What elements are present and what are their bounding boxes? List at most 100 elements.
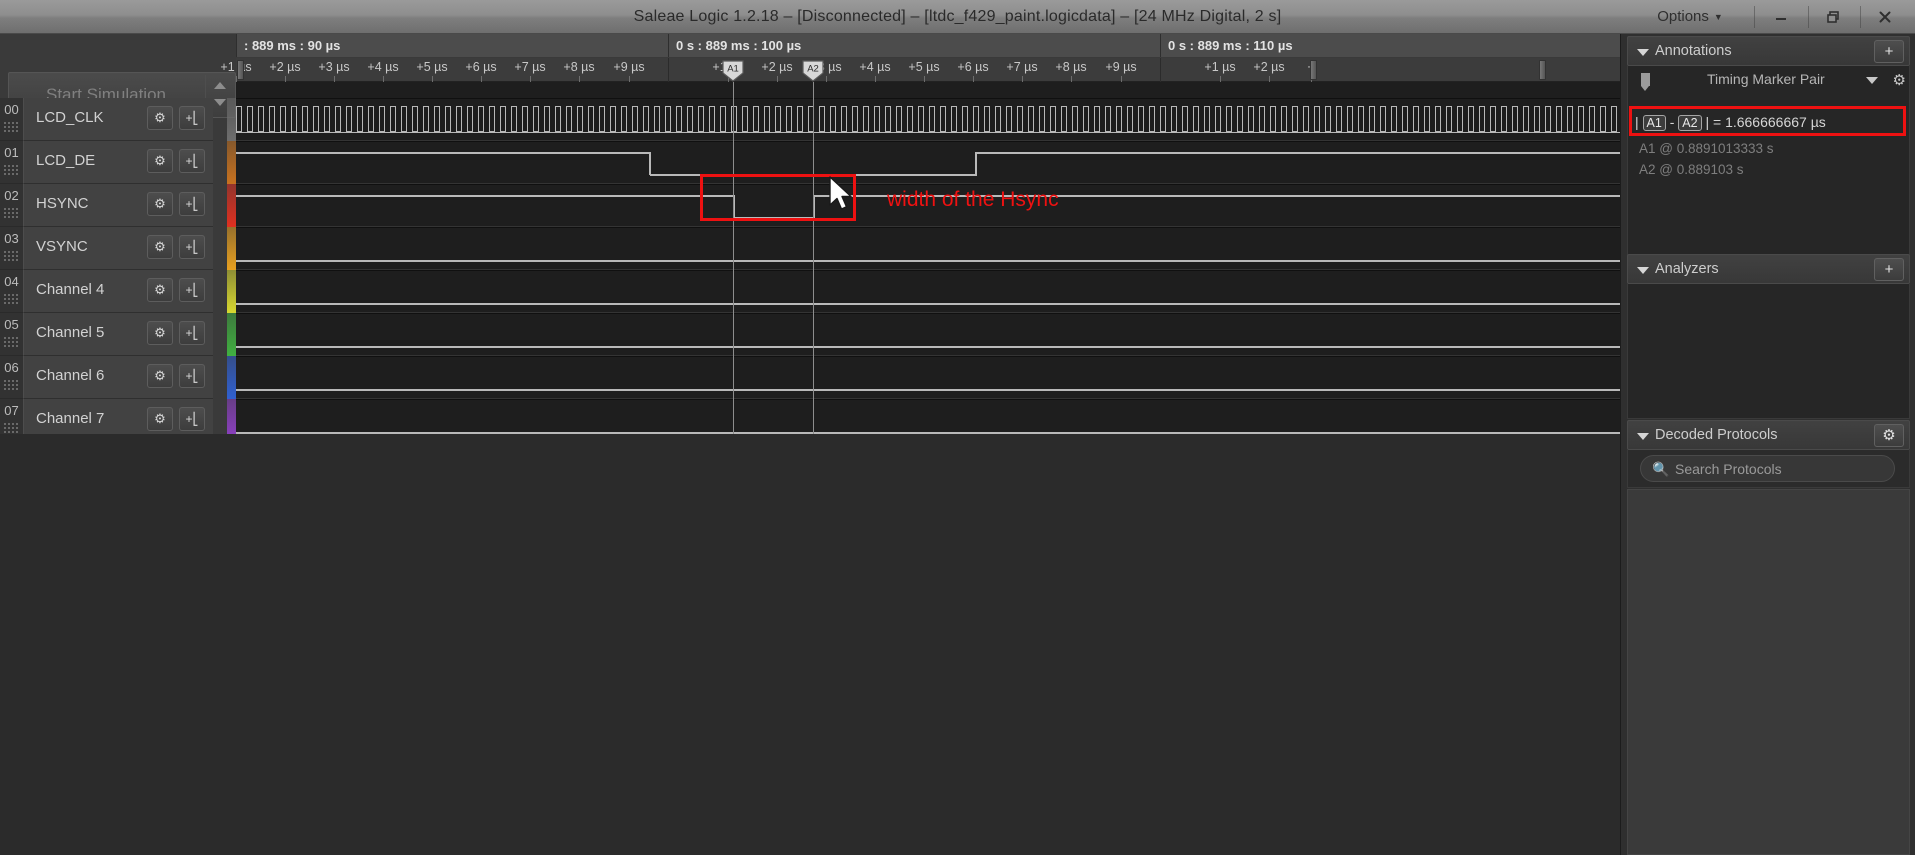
spinner-up-icon[interactable] [214, 82, 226, 89]
channel-index-box: 01 [0, 141, 23, 184]
channel-row-channel-5[interactable]: 05 Channel 5 ⚙ +⎣ [0, 313, 236, 356]
channel-color-strip [227, 270, 236, 313]
channel-body[interactable]: VSYNC ⚙ +⎣ [23, 227, 213, 270]
triangle-down-icon[interactable] [1866, 77, 1878, 84]
empty-workspace [0, 434, 1620, 855]
channel-index-box: 02 [0, 184, 23, 227]
waveform-row-lcd-clk[interactable] [236, 98, 1620, 141]
channel-row-lcd-clk[interactable]: 00 LCD_CLK ⚙ +⎣ [0, 98, 236, 141]
gear-icon[interactable]: ⚙ [147, 278, 173, 302]
drag-handle-icon[interactable] [4, 337, 19, 347]
drag-handle-icon[interactable] [4, 208, 19, 218]
minimize-button[interactable] [1757, 0, 1805, 34]
channel-body[interactable]: LCD_DE ⚙ +⎣ [23, 141, 213, 184]
gear-icon[interactable]: ⚙ [147, 235, 173, 259]
drag-handle-icon[interactable] [4, 380, 19, 390]
waveform-row-channel-4[interactable] [236, 270, 1620, 313]
channel-name: Channel 7 [36, 410, 105, 427]
channel-index: 02 [4, 188, 19, 203]
decoded-protocols-list[interactable] [1627, 489, 1910, 855]
ruler-segment-2: 0 s : 889 ms : 110 µs [1160, 34, 1293, 57]
channel-name: HSYNC [36, 195, 89, 212]
triangle-down-icon[interactable] [1637, 433, 1649, 440]
analyzers-header[interactable]: Analyzers + [1627, 254, 1910, 284]
drag-handle-icon[interactable] [4, 423, 19, 433]
ruler-handle-right[interactable] [1539, 60, 1546, 80]
gear-icon[interactable]: ⚙ [147, 407, 173, 431]
timing-marker-pair-name: Timing Marker Pair [1707, 71, 1825, 87]
ruler-major-divider [668, 58, 669, 82]
channel-row-vsync[interactable]: 03 VSYNC ⚙ +⎣ [0, 227, 236, 270]
drag-handle-icon[interactable] [4, 122, 19, 132]
add-trigger-icon[interactable]: +⎣ [179, 149, 205, 173]
ruler-major-divider [1160, 58, 1161, 82]
channel-body[interactable]: LCD_CLK ⚙ +⎣ [23, 98, 213, 141]
decoded-protocols-header[interactable]: Decoded Protocols ⚙ [1627, 420, 1910, 450]
channel-body[interactable]: Channel 4 ⚙ +⎣ [23, 270, 213, 313]
waveform-row-channel-5[interactable] [236, 313, 1620, 356]
channel-index-box: 03 [0, 227, 23, 270]
title-bar: Saleae Logic 1.2.18 – [Disconnected] – [… [0, 0, 1915, 34]
gear-icon[interactable]: ⚙ [147, 149, 173, 173]
gear-icon[interactable]: ⚙ [147, 192, 173, 216]
maximize-button[interactable] [1809, 0, 1857, 34]
measure-prefix: | [1635, 114, 1639, 130]
timing-marker-pair-row[interactable]: Timing Marker Pair ⚙ [1635, 66, 1915, 94]
annotations-title: Annotations [1655, 43, 1732, 59]
annotation-label: width of the Hsync [887, 188, 1059, 211]
drag-handle-icon[interactable] [4, 165, 19, 175]
add-trigger-icon[interactable]: +⎣ [179, 106, 205, 130]
channel-index-box: 04 [0, 270, 23, 313]
waveform-row-channel-6[interactable] [236, 356, 1620, 399]
add-trigger-icon[interactable]: +⎣ [179, 407, 205, 431]
ruler-tick-label: +8 µs [563, 60, 595, 74]
saleae-logic-window: Saleae Logic 1.2.18 – [Disconnected] – [… [0, 0, 1915, 855]
channel-body[interactable]: HSYNC ⚙ +⎣ [23, 184, 213, 227]
measurement-expression: | A1 - A2 | = 1.666666667 µs [1635, 114, 1826, 131]
channel-body[interactable]: Channel 6 ⚙ +⎣ [23, 356, 213, 399]
timeline-marker-a1[interactable]: A1 [721, 60, 745, 82]
decoded-protocols-settings-button[interactable]: ⚙ [1874, 424, 1904, 447]
channel-color-strip [227, 184, 236, 227]
gear-icon[interactable]: ⚙ [1893, 71, 1906, 89]
gear-icon[interactable]: ⚙ [147, 106, 173, 130]
channel-row-channel-6[interactable]: 06 Channel 6 ⚙ +⎣ [0, 356, 236, 399]
waveform-row-lcd-de[interactable] [236, 141, 1620, 184]
drag-handle-icon[interactable] [4, 251, 19, 261]
add-trigger-icon[interactable]: +⎣ [179, 278, 205, 302]
drag-handle-icon[interactable] [4, 294, 19, 304]
annotations-header[interactable]: Annotations + [1627, 36, 1910, 66]
triangle-down-icon[interactable] [1637, 49, 1649, 56]
options-menu-button[interactable]: Options ▼ [1635, 0, 1745, 34]
channel-row-lcd-de[interactable]: 01 LCD_DE ⚙ +⎣ [0, 141, 236, 184]
timeline-marker-a2[interactable]: A2 [801, 60, 825, 82]
add-trigger-icon[interactable]: +⎣ [179, 192, 205, 216]
ruler-handle-mid[interactable] [1310, 60, 1317, 80]
add-trigger-icon[interactable]: +⎣ [179, 364, 205, 388]
waveform-area[interactable]: width of the Hsync [236, 82, 1620, 442]
channel-name: Channel 4 [36, 281, 105, 298]
options-label: Options [1657, 8, 1709, 25]
chevron-down-icon: ▼ [1713, 12, 1723, 23]
ruler-handle-left[interactable] [237, 60, 244, 80]
add-trigger-icon[interactable]: +⎣ [179, 235, 205, 259]
ruler-tick-label: +4 µs [367, 60, 399, 74]
svg-text:A2: A2 [807, 64, 819, 75]
triangle-down-icon[interactable] [1637, 267, 1649, 274]
waveform-row-vsync[interactable] [236, 227, 1620, 270]
add-annotation-button[interactable]: + [1874, 40, 1904, 63]
add-trigger-icon[interactable]: +⎣ [179, 321, 205, 345]
close-button[interactable] [1861, 0, 1909, 34]
ruler-tick-label: +5 µs [416, 60, 448, 74]
timeline-ruler[interactable]: : 889 ms : 90 µs 0 s : 889 ms : 100 µs 0 s… [220, 34, 1620, 82]
channel-name: Channel 5 [36, 324, 105, 341]
channel-body[interactable]: Channel 5 ⚙ +⎣ [23, 313, 213, 356]
search-protocols-input[interactable]: 🔍 Search Protocols [1640, 455, 1895, 482]
channel-index: 07 [4, 403, 19, 418]
channel-row-channel-4[interactable]: 04 Channel 4 ⚙ +⎣ [0, 270, 236, 313]
gear-icon[interactable]: ⚙ [147, 364, 173, 388]
gear-icon[interactable]: ⚙ [147, 321, 173, 345]
add-analyzer-button[interactable]: + [1874, 258, 1904, 281]
channel-row-hsync[interactable]: 02 HSYNC ⚙ +⎣ [0, 184, 236, 227]
ruler-tick-label: +9 µs [613, 60, 645, 74]
